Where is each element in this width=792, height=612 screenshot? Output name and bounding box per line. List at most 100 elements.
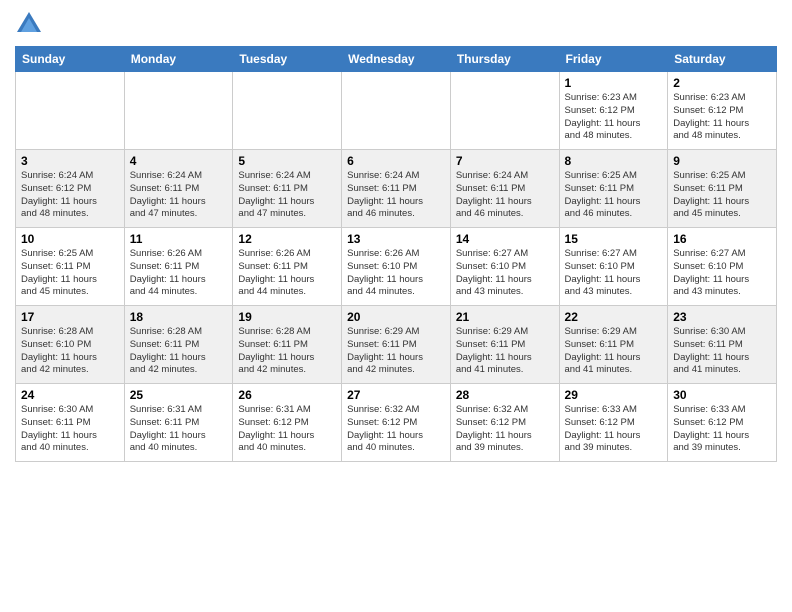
- calendar-cell: 15 Sunrise: 6:27 AM Sunset: 6:10 PM Dayli…: [559, 228, 668, 306]
- day-number: 28: [456, 388, 554, 402]
- day-info: Sunrise: 6:30 AM Sunset: 6:11 PM Dayligh…: [673, 326, 771, 377]
- calendar-cell: 16 Sunrise: 6:27 AM Sunset: 6:10 PM Dayli…: [668, 228, 777, 306]
- calendar-cell: 25Sunrise: 6:31 AM Sunset: 6:11 PM Dayli…: [124, 384, 233, 462]
- calendar-cell: 18Sunrise: 6:28 AM Sunset: 6:11 PM Dayli…: [124, 306, 233, 384]
- day-number: 4: [130, 154, 228, 168]
- day-info: Sunrise: 6:27 AM Sunset: 6:10 PM Dayligh…: [673, 248, 771, 299]
- day-info: Sunrise: 6:23 AM Sunset: 6:12 PM Dayligh…: [673, 92, 771, 143]
- day-number: 20: [347, 310, 445, 324]
- calendar-cell: [16, 72, 125, 150]
- weekday-header: Saturday: [668, 47, 777, 72]
- calendar-cell: 6 Sunrise: 6:24 AM Sunset: 6:11 PM Daylig…: [342, 150, 451, 228]
- calendar-cell: 20 Sunrise: 6:29 AM Sunset: 6:11 PM Dayli…: [342, 306, 451, 384]
- calendar-table: SundayMondayTuesdayWednesdayThursdayFrid…: [15, 46, 777, 462]
- day-info: Sunrise: 6:31 AM Sunset: 6:11 PM Dayligh…: [130, 404, 228, 455]
- calendar-cell: 21 Sunrise: 6:29 AM Sunset: 6:11 PM Dayli…: [450, 306, 559, 384]
- day-number: 17: [21, 310, 119, 324]
- day-info: Sunrise: 6:24 AM Sunset: 6:11 PM Dayligh…: [347, 170, 445, 221]
- weekday-header: Wednesday: [342, 47, 451, 72]
- calendar-cell: 10 Sunrise: 6:25 AM Sunset: 6:11 PM Dayli…: [16, 228, 125, 306]
- day-info: Sunrise: 6:33 AM Sunset: 6:12 PM Dayligh…: [673, 404, 771, 455]
- weekday-header: Thursday: [450, 47, 559, 72]
- day-info: Sunrise: 6:24 AM Sunset: 6:11 PM Dayligh…: [456, 170, 554, 221]
- logo: [15, 10, 47, 38]
- calendar-cell: 24 Sunrise: 6:30 AM Sunset: 6:11 PM Dayli…: [16, 384, 125, 462]
- day-number: 15: [565, 232, 663, 246]
- day-number: 5: [238, 154, 336, 168]
- calendar-week-row: 24 Sunrise: 6:30 AM Sunset: 6:11 PM Dayli…: [16, 384, 777, 462]
- day-info: Sunrise: 6:26 AM Sunset: 6:10 PM Dayligh…: [347, 248, 445, 299]
- day-info: Sunrise: 6:30 AM Sunset: 6:11 PM Dayligh…: [21, 404, 119, 455]
- day-info: Sunrise: 6:25 AM Sunset: 6:11 PM Dayligh…: [565, 170, 663, 221]
- calendar-cell: 28 Sunrise: 6:32 AM Sunset: 6:12 PM Dayli…: [450, 384, 559, 462]
- calendar-cell: 27 Sunrise: 6:32 AM Sunset: 6:12 PM Dayli…: [342, 384, 451, 462]
- calendar-week-row: 1 Sunrise: 6:23 AM Sunset: 6:12 PM Daylig…: [16, 72, 777, 150]
- day-number: 24: [21, 388, 119, 402]
- day-info: Sunrise: 6:26 AM Sunset: 6:11 PM Dayligh…: [238, 248, 336, 299]
- calendar-header-row: SundayMondayTuesdayWednesdayThursdayFrid…: [16, 47, 777, 72]
- day-number: 22: [565, 310, 663, 324]
- day-number: 23: [673, 310, 771, 324]
- calendar-week-row: 17 Sunrise: 6:28 AM Sunset: 6:10 PM Dayli…: [16, 306, 777, 384]
- day-number: 21: [456, 310, 554, 324]
- calendar-cell: [342, 72, 451, 150]
- day-info: Sunrise: 6:29 AM Sunset: 6:11 PM Dayligh…: [565, 326, 663, 377]
- day-number: 27: [347, 388, 445, 402]
- day-info: Sunrise: 6:24 AM Sunset: 6:11 PM Dayligh…: [238, 170, 336, 221]
- calendar-cell: 1 Sunrise: 6:23 AM Sunset: 6:12 PM Daylig…: [559, 72, 668, 150]
- day-number: 16: [673, 232, 771, 246]
- calendar-week-row: 3 Sunrise: 6:24 AM Sunset: 6:12 PM Daylig…: [16, 150, 777, 228]
- day-info: Sunrise: 6:24 AM Sunset: 6:12 PM Dayligh…: [21, 170, 119, 221]
- calendar-cell: 13 Sunrise: 6:26 AM Sunset: 6:10 PM Dayli…: [342, 228, 451, 306]
- day-info: Sunrise: 6:24 AM Sunset: 6:11 PM Dayligh…: [130, 170, 228, 221]
- calendar-cell: 5 Sunrise: 6:24 AM Sunset: 6:11 PM Daylig…: [233, 150, 342, 228]
- calendar-cell: 14 Sunrise: 6:27 AM Sunset: 6:10 PM Dayli…: [450, 228, 559, 306]
- day-number: 13: [347, 232, 445, 246]
- day-number: 6: [347, 154, 445, 168]
- day-info: Sunrise: 6:32 AM Sunset: 6:12 PM Dayligh…: [347, 404, 445, 455]
- day-info: Sunrise: 6:29 AM Sunset: 6:11 PM Dayligh…: [347, 326, 445, 377]
- day-info: Sunrise: 6:29 AM Sunset: 6:11 PM Dayligh…: [456, 326, 554, 377]
- calendar-cell: 29 Sunrise: 6:33 AM Sunset: 6:12 PM Dayli…: [559, 384, 668, 462]
- day-info: Sunrise: 6:31 AM Sunset: 6:12 PM Dayligh…: [238, 404, 336, 455]
- day-number: 10: [21, 232, 119, 246]
- page: SundayMondayTuesdayWednesdayThursdayFrid…: [0, 0, 792, 472]
- day-info: Sunrise: 6:32 AM Sunset: 6:12 PM Dayligh…: [456, 404, 554, 455]
- day-number: 18: [130, 310, 228, 324]
- day-number: 9: [673, 154, 771, 168]
- day-info: Sunrise: 6:33 AM Sunset: 6:12 PM Dayligh…: [565, 404, 663, 455]
- day-info: Sunrise: 6:25 AM Sunset: 6:11 PM Dayligh…: [673, 170, 771, 221]
- header: [15, 10, 777, 38]
- calendar-cell: 9 Sunrise: 6:25 AM Sunset: 6:11 PM Daylig…: [668, 150, 777, 228]
- logo-icon: [15, 10, 43, 38]
- day-number: 12: [238, 232, 336, 246]
- day-info: Sunrise: 6:23 AM Sunset: 6:12 PM Dayligh…: [565, 92, 663, 143]
- weekday-header: Friday: [559, 47, 668, 72]
- calendar-cell: 17 Sunrise: 6:28 AM Sunset: 6:10 PM Dayli…: [16, 306, 125, 384]
- day-number: 7: [456, 154, 554, 168]
- weekday-header: Tuesday: [233, 47, 342, 72]
- calendar-cell: [124, 72, 233, 150]
- day-number: 14: [456, 232, 554, 246]
- day-number: 2: [673, 76, 771, 90]
- day-info: Sunrise: 6:25 AM Sunset: 6:11 PM Dayligh…: [21, 248, 119, 299]
- day-number: 11: [130, 232, 228, 246]
- day-info: Sunrise: 6:28 AM Sunset: 6:11 PM Dayligh…: [238, 326, 336, 377]
- calendar-cell: 7 Sunrise: 6:24 AM Sunset: 6:11 PM Daylig…: [450, 150, 559, 228]
- calendar-cell: 26Sunrise: 6:31 AM Sunset: 6:12 PM Dayli…: [233, 384, 342, 462]
- calendar-cell: 11 Sunrise: 6:26 AM Sunset: 6:11 PM Dayli…: [124, 228, 233, 306]
- weekday-header: Sunday: [16, 47, 125, 72]
- day-number: 1: [565, 76, 663, 90]
- day-number: 3: [21, 154, 119, 168]
- day-info: Sunrise: 6:27 AM Sunset: 6:10 PM Dayligh…: [565, 248, 663, 299]
- day-info: Sunrise: 6:28 AM Sunset: 6:10 PM Dayligh…: [21, 326, 119, 377]
- calendar-week-row: 10 Sunrise: 6:25 AM Sunset: 6:11 PM Dayli…: [16, 228, 777, 306]
- calendar-cell: 19Sunrise: 6:28 AM Sunset: 6:11 PM Dayli…: [233, 306, 342, 384]
- day-number: 29: [565, 388, 663, 402]
- day-info: Sunrise: 6:27 AM Sunset: 6:10 PM Dayligh…: [456, 248, 554, 299]
- day-info: Sunrise: 6:26 AM Sunset: 6:11 PM Dayligh…: [130, 248, 228, 299]
- calendar-cell: 23 Sunrise: 6:30 AM Sunset: 6:11 PM Dayli…: [668, 306, 777, 384]
- calendar-cell: 12 Sunrise: 6:26 AM Sunset: 6:11 PM Dayli…: [233, 228, 342, 306]
- calendar-cell: 4 Sunrise: 6:24 AM Sunset: 6:11 PM Daylig…: [124, 150, 233, 228]
- calendar-cell: [450, 72, 559, 150]
